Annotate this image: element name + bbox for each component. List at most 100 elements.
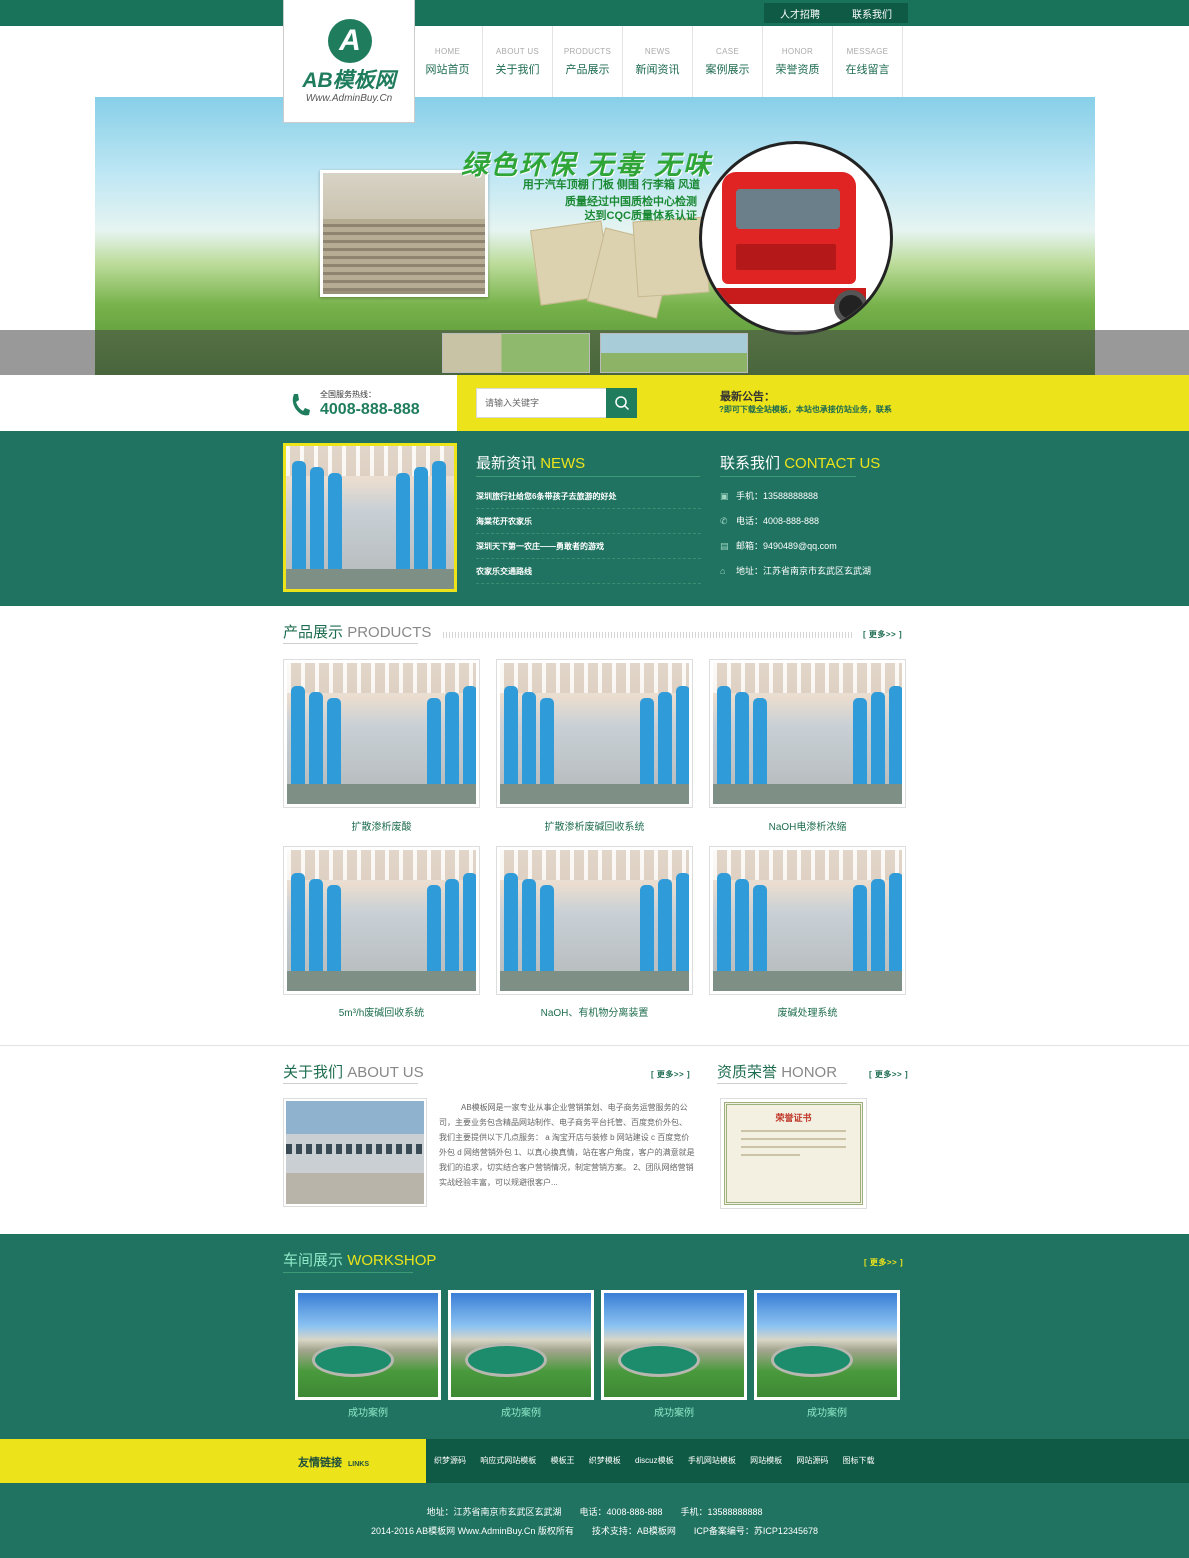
workshop-image <box>757 1293 897 1397</box>
workshop-name[interactable]: 成功案例 <box>448 1404 594 1419</box>
top-bar <box>0 0 1189 26</box>
nav-cn-label: 新闻资讯 <box>635 64 680 76</box>
nav-home[interactable]: HOME 网站首页 <box>413 26 483 97</box>
search-input[interactable]: 请输入关键字 <box>476 388 607 418</box>
hotline-label: 全国服务热线： <box>320 390 376 399</box>
news-item[interactable]: 农家乐交通路线 <box>476 559 701 584</box>
nav-cn-label: 案例展示 <box>705 64 750 76</box>
honor-certificate[interactable]: 荣誉证书 <box>720 1098 867 1209</box>
footer-copyright-line: 2014-2016 AB模板网 Www.AdminBuy.Cn 版权所有 技术支… <box>371 1526 818 1536</box>
workshop-title: 车间展示 WORKSHOP <box>283 1249 436 1270</box>
friend-link[interactable]: discuz模板 <box>635 1456 674 1465</box>
news-list: 深圳旅行社给您6条带孩子去旅游的好处 海棠花开农家乐 深圳天下第一农庄——勇敢者… <box>476 484 701 584</box>
search-button[interactable] <box>606 388 637 418</box>
news-item[interactable]: 深圳天下第一农庄——勇敢者的游戏 <box>476 534 701 559</box>
news-item[interactable]: 海棠花开农家乐 <box>476 509 701 534</box>
products-title-en: PRODUCTS <box>347 624 432 641</box>
contact-address-text: 地址：江苏省南京市玄武区玄武湖 <box>736 566 872 576</box>
product-card[interactable] <box>283 846 480 995</box>
friend-link[interactable]: 织梦模板 <box>589 1456 621 1465</box>
product-name[interactable]: NaOH、有机物分离装置 <box>496 1004 693 1019</box>
notice-title: 最新公告： <box>720 391 775 403</box>
banner-line-1: 用于汽车顶棚 门板 侧围 行李箱 风道 <box>522 179 700 191</box>
banner-felt-piece <box>632 216 710 298</box>
nav-en-label: HONOR <box>781 47 814 56</box>
product-name[interactable]: 扩散渗析废酸 <box>283 818 480 833</box>
product-card[interactable] <box>496 659 693 808</box>
contact-title-underline <box>720 476 856 477</box>
product-card[interactable] <box>496 846 693 995</box>
banner-thumb-2[interactable] <box>600 333 748 373</box>
product-image <box>500 850 689 991</box>
workshop-card[interactable] <box>601 1290 747 1400</box>
honor-more-link[interactable]: [ 更多>> ] <box>869 1069 908 1080</box>
news-item[interactable]: 深圳旅行社给您6条带孩子去旅游的好处 <box>476 484 701 509</box>
friend-link[interactable]: 模板王 <box>550 1456 574 1465</box>
workshop-card[interactable] <box>295 1290 441 1400</box>
products-title-ornament <box>283 643 418 647</box>
friend-link[interactable]: 响应式网站模板 <box>480 1456 536 1465</box>
friend-link[interactable]: 手机网站模板 <box>688 1456 736 1465</box>
product-card[interactable] <box>283 659 480 808</box>
nav-cn-label: 荣誉资质 <box>775 64 820 76</box>
friend-links: 织梦源码 响应式网站模板 模板王 织梦模板 discuz模板 手机网站模板 网站… <box>434 1455 887 1466</box>
nav-about[interactable]: ABOUT US 关于我们 <box>483 26 553 97</box>
product-image <box>287 850 476 991</box>
friend-link[interactable]: 网站模板 <box>750 1456 782 1465</box>
workshop-more-link[interactable]: [ 更多>> ] <box>864 1257 903 1268</box>
phone-small-icon: ✆ <box>720 516 728 526</box>
about-more-link[interactable]: [ 更多>> ] <box>651 1069 690 1080</box>
workshop-image <box>298 1293 438 1397</box>
products-more-link[interactable]: [ 更多>> ] <box>863 629 902 640</box>
honor-title-ornament <box>717 1083 847 1087</box>
logo-icon: A <box>328 19 372 63</box>
banner-truck-image <box>699 141 893 335</box>
product-name[interactable]: NaOH电渗析浓缩 <box>709 818 906 833</box>
news-image[interactable] <box>283 443 457 592</box>
product-name[interactable]: 扩散渗析废碱回收系统 <box>496 818 693 833</box>
nav-cn-label: 网站首页 <box>425 64 470 76</box>
workshop-card[interactable] <box>448 1290 594 1400</box>
about-image[interactable] <box>283 1098 427 1207</box>
banner-line-3: 达到CQC质量体系认证 <box>584 210 697 222</box>
nav-products[interactable]: PRODUCTS 产品展示 <box>553 26 623 97</box>
contact-address: ⌂ 地址：江苏省南京市玄武区玄武湖 <box>720 559 910 584</box>
nav-en-label: NEWS <box>644 47 671 56</box>
certificate-title: 荣誉证书 <box>775 1113 812 1123</box>
friend-link[interactable]: 图标下载 <box>843 1456 875 1465</box>
products-title: 产品展示 PRODUCTS <box>283 621 431 642</box>
friend-link[interactable]: 网站源码 <box>796 1456 828 1465</box>
workshop-name[interactable]: 成功案例 <box>754 1404 900 1419</box>
workshop-card[interactable] <box>754 1290 900 1400</box>
nav-message[interactable]: MESSAGE 在线留言 <box>833 26 903 97</box>
contact-title-cn: 联系我们 <box>720 455 781 472</box>
nav-honor[interactable]: HONOR 荣誉资质 <box>763 26 833 97</box>
contact-email: ▤ 邮箱：9490489@qq.com <box>720 534 910 559</box>
workshop-name[interactable]: 成功案例 <box>601 1404 747 1419</box>
contact-mobile: ▣ 手机：13588888888 <box>720 484 910 509</box>
workshop-name[interactable]: 成功案例 <box>295 1404 441 1419</box>
top-links: 人才招聘 联系我们 <box>764 3 908 23</box>
product-name[interactable]: 废碱处理系统 <box>709 1004 906 1019</box>
notice-text[interactable]: ?即可下载全站模板，本站也承接仿站业务，联系 <box>719 404 892 415</box>
news-title-cn: 最新资讯 <box>476 455 537 472</box>
product-card[interactable] <box>709 659 906 808</box>
contact-mobile-text: 手机：13588888888 <box>736 491 819 501</box>
product-card[interactable] <box>709 846 906 995</box>
top-link-jobs[interactable]: 人才招聘 <box>780 6 820 21</box>
site-logo[interactable]: A AB模板网 Www.AdminBuy.Cn <box>283 0 415 123</box>
honor-title: 资质荣誉 HONOR <box>717 1061 837 1082</box>
logo-name: AB模板网 <box>302 69 396 92</box>
nav-case[interactable]: CASE 案例展示 <box>693 26 763 97</box>
nav-cn-label: 产品展示 <box>565 64 610 76</box>
nav-news[interactable]: NEWS 新闻资讯 <box>623 26 693 97</box>
links-label: 友情链接 LINKS <box>298 1454 369 1470</box>
product-name[interactable]: 5m³/h废碱回收系统 <box>283 1004 480 1019</box>
friend-link[interactable]: 织梦源码 <box>434 1456 466 1465</box>
section-divider <box>0 1045 1189 1046</box>
nav-en-label: ABOUT US <box>495 47 540 56</box>
top-link-contact[interactable]: 联系我们 <box>852 6 892 21</box>
product-image <box>287 663 476 804</box>
links-label-cn: 友情链接 <box>298 1457 342 1469</box>
banner-thumb-1[interactable] <box>442 333 590 373</box>
